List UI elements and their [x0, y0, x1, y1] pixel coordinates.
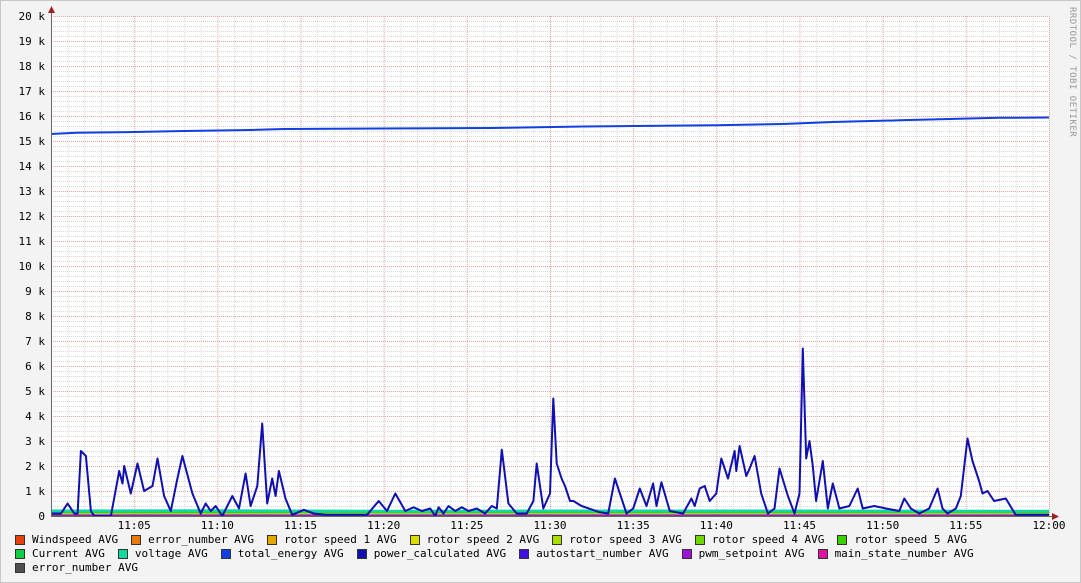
legend-label: error_number AVG: [32, 561, 138, 574]
y-tick-label: 20 k: [19, 10, 46, 23]
legend-swatch: [552, 535, 563, 545]
legend-swatch: [117, 549, 128, 559]
y-tick-label: 8 k: [25, 310, 45, 323]
y-tick-label: 9 k: [25, 285, 45, 298]
y-tick-label: 15 k: [19, 135, 46, 148]
legend-label: rotor speed 4 AVG: [711, 533, 825, 546]
legend-row: Current AVG voltage AVG total_energy AVG po…: [15, 547, 1075, 561]
y-tick-label: 18 k: [19, 60, 46, 73]
legend-item: rotor speed 4 AVG: [694, 533, 825, 547]
y-tick-label: 19 k: [19, 35, 46, 48]
legend-swatch: [681, 549, 692, 559]
y-tick-label: 11 k: [19, 235, 46, 248]
legend-label: power_calculated AVG: [373, 547, 507, 560]
legend-row: Windspeed AVG error_number AVG rotor speed…: [15, 533, 1075, 547]
legend-item: error_number AVG: [131, 533, 254, 547]
legend-label: rotor speed 3 AVG: [569, 533, 682, 546]
legend-label: Windspeed AVG: [32, 533, 119, 546]
legend-item: main_state_number AVG: [817, 547, 974, 561]
x-tick-label: 11:05: [118, 519, 151, 531]
y-axis-arrow-icon: [48, 6, 55, 13]
y-tick-label: 6 k: [25, 360, 45, 373]
legend-label: Current AVG: [32, 547, 105, 560]
legend-label: rotor speed 2 AVG: [426, 533, 540, 546]
legend-label: main_state_number AVG: [834, 547, 974, 560]
y-tick-label: 4 k: [25, 410, 45, 423]
legend-label: voltage AVG: [134, 547, 208, 560]
legend-swatch: [356, 549, 367, 559]
legend-item: error_number AVG: [15, 561, 138, 575]
rrd-graph: 0 1 k 2 k 3 k 4 k 5 k 6 k 7 k 8 k 9 k 10 k 11 k 12 k…: [0, 0, 1081, 583]
x-tick-label: 11:45: [783, 519, 816, 531]
legend-item: total_energy AVG: [220, 547, 344, 561]
legend-swatch: [694, 535, 705, 545]
x-tick-label: 11:55: [949, 519, 982, 531]
legend-swatch: [220, 549, 231, 559]
x-tick-label: 11:15: [284, 519, 317, 531]
y-tick-label: 2 k: [25, 460, 45, 473]
legend-label: rotor speed 5 AVG: [854, 533, 968, 546]
legend-swatch: [15, 535, 25, 545]
legend: Windspeed AVG error_number AVG rotor speed…: [15, 533, 1075, 575]
y-tick-label: 5 k: [25, 385, 45, 398]
legend-item: voltage AVG: [117, 547, 208, 561]
legend-swatch: [15, 549, 25, 559]
legend-item: rotor speed 5 AVG: [837, 533, 967, 547]
legend-item: rotor speed 2 AVG: [409, 533, 540, 547]
x-tick-label: 11:10: [201, 519, 234, 531]
y-tick-label: 0: [38, 510, 45, 523]
legend-swatch: [131, 535, 142, 545]
y-tick-label: 13 k: [19, 185, 46, 198]
legend-swatch: [15, 563, 25, 573]
legend-item: rotor speed 3 AVG: [552, 533, 682, 547]
y-tick-label: 12 k: [19, 210, 46, 223]
x-tick-label: 12:00: [1032, 519, 1065, 531]
x-tick-label: 11:50: [866, 519, 899, 531]
legend-swatch: [267, 535, 278, 545]
y-tick-label: 10 k: [19, 260, 46, 273]
legend-item: Current AVG: [15, 547, 105, 561]
legend-item: rotor speed 1 AVG: [267, 533, 397, 547]
legend-item: autostart_number AVG: [519, 547, 669, 561]
legend-label: pwm_setpoint AVG: [698, 547, 805, 560]
x-tick-label: 11:40: [700, 519, 733, 531]
y-tick-label: 7 k: [25, 335, 45, 348]
y-tick-label: 17 k: [19, 85, 46, 98]
y-tick-label: 1 k: [25, 485, 45, 498]
legend-swatch: [817, 549, 828, 559]
chart-canvas: 0 1 k 2 k 3 k 4 k 5 k 6 k 7 k 8 k 9 k 10 k 11 k 12 k…: [19, 6, 1066, 531]
y-tick-label: 14 k: [19, 160, 46, 173]
x-tick-label: 11:25: [450, 519, 483, 531]
legend-item: pwm_setpoint AVG: [681, 547, 805, 561]
legend-row: error_number AVG: [15, 561, 1075, 575]
legend-swatch: [837, 535, 848, 545]
y-tick-label: 3 k: [25, 435, 45, 448]
x-tick-label: 11:30: [533, 519, 566, 531]
legend-swatch: [519, 549, 530, 559]
watermark: RRDTOOL / TOBI OETIKER: [1067, 7, 1077, 138]
legend-item: Windspeed AVG: [15, 533, 118, 547]
legend-label: rotor speed 1 AVG: [284, 533, 397, 546]
y-tick-label: 16 k: [19, 110, 46, 123]
legend-label: autostart_number AVG: [536, 547, 669, 560]
legend-label: error_number AVG: [148, 533, 255, 546]
legend-item: power_calculated AVG: [356, 547, 507, 561]
legend-label: total_energy AVG: [237, 547, 344, 560]
x-tick-label: 11:20: [367, 519, 400, 531]
x-tick-label: 11:35: [617, 519, 650, 531]
legend-swatch: [409, 535, 420, 545]
